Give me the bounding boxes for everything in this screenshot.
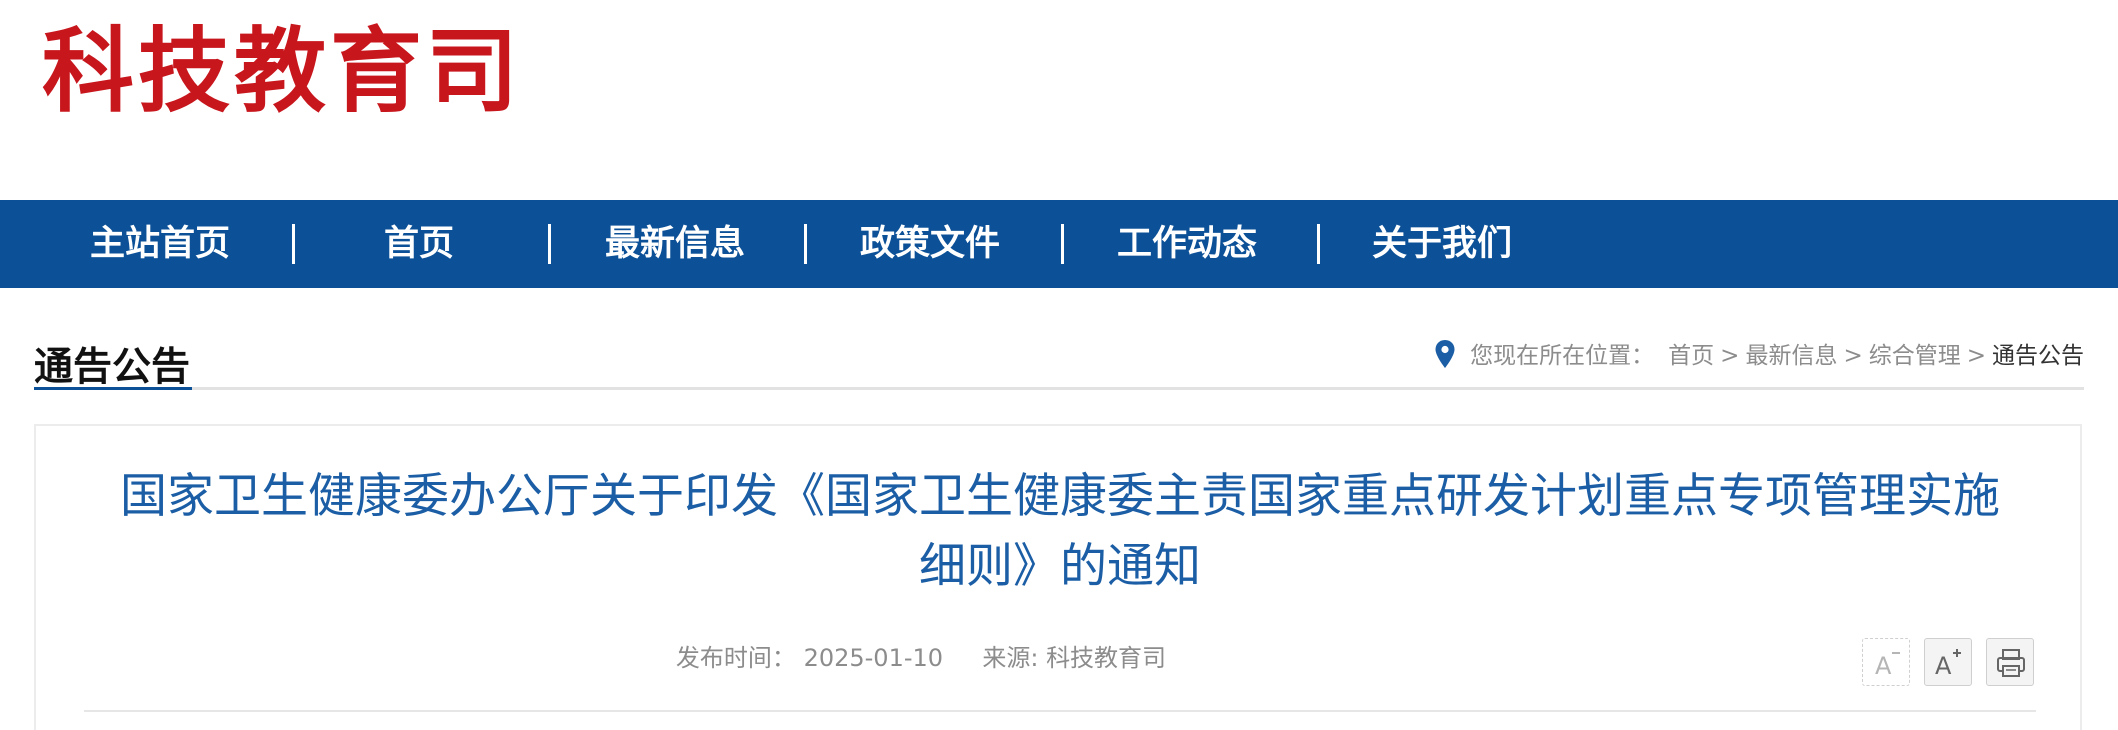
source-label: 来源:: [982, 644, 1039, 672]
nav-item-about-us[interactable]: 关于我们: [1372, 200, 1512, 288]
publish-date: 2025-01-10: [803, 644, 944, 672]
nav-item-home[interactable]: 首页: [384, 200, 454, 288]
breadcrumb-item-home[interactable]: 首页: [1668, 343, 1714, 369]
site-logo[interactable]: 科技教育司: [42, 20, 522, 124]
nav-separator: [1061, 224, 1064, 264]
nav-item-main-site-home[interactable]: 主站首页: [90, 200, 230, 288]
svg-text:A: A: [1875, 652, 1892, 680]
source-value: 科技教育司: [1046, 644, 1167, 672]
breadcrumb-separator: >: [1720, 343, 1740, 369]
svg-text:A: A: [1935, 652, 1952, 680]
main-nav: 主站首页 首页 最新信息 政策文件 工作动态 关于我们: [0, 200, 2118, 288]
nav-item-policy-documents[interactable]: 政策文件: [860, 200, 1000, 288]
breadcrumb-separator: >: [1843, 343, 1863, 369]
print-icon: [1997, 649, 2025, 677]
section-header: 通告公告 您现在所在位置： 首页 > 最新信息 > 综合管理 > 通告公告: [34, 330, 2084, 390]
breadcrumb: 您现在所在位置： 首页 > 最新信息 > 综合管理 > 通告公告: [1434, 336, 2084, 376]
article-meta: 发布时间： 2025-01-10 来源: 科技教育司: [36, 638, 1806, 673]
article-title-line-1: 国家卫生健康委办公厅关于印发《国家卫生健康委主责国家重点研发计划重点专项管理实施: [120, 469, 2000, 524]
article-title-line-2: 细则》的通知: [919, 539, 1201, 594]
font-decrease-icon: A: [1875, 652, 1900, 680]
nav-separator: [548, 224, 551, 264]
nav-separator: [1317, 224, 1320, 264]
breadcrumb-item-current: 通告公告: [1992, 343, 2084, 369]
nav-separator: [804, 224, 807, 264]
article-container: 国家卫生健康委办公厅关于印发《国家卫生健康委主责国家重点研发计划重点专项管理实施…: [34, 424, 2082, 730]
nav-item-work-updates[interactable]: 工作动态: [1117, 200, 1257, 288]
font-decrease-button[interactable]: A: [1862, 638, 1910, 686]
publish-date-label: 发布时间：: [675, 644, 796, 672]
breadcrumb-separator: >: [1966, 343, 1986, 369]
breadcrumb-item-latest-info[interactable]: 最新信息: [1745, 343, 1837, 369]
breadcrumb-item-general-management[interactable]: 综合管理: [1869, 343, 1961, 369]
font-increase-icon: A: [1935, 649, 1961, 680]
font-increase-button[interactable]: A: [1924, 638, 1972, 686]
nav-item-latest-info[interactable]: 最新信息: [605, 200, 745, 288]
location-pin-icon: [1435, 340, 1455, 368]
article-title: 国家卫生健康委办公厅关于印发《国家卫生健康委主责国家重点研发计划重点专项管理实施…: [76, 462, 2044, 602]
print-button[interactable]: [1986, 638, 2034, 686]
section-title: 通告公告: [34, 336, 193, 390]
breadcrumb-label: 您现在所在位置：: [1470, 343, 1655, 369]
article-divider: [84, 710, 2036, 712]
nav-separator: [292, 224, 295, 264]
